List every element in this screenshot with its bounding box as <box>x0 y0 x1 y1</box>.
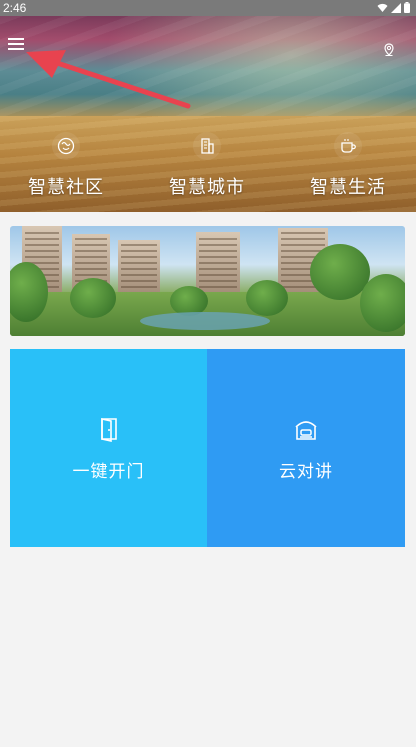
battery-icon <box>404 2 410 13</box>
category-smart-community[interactable]: 智慧社区 <box>6 132 126 199</box>
city-building-icon <box>193 132 221 160</box>
red-arrow-annotation <box>26 50 191 109</box>
wifi-icon <box>377 3 388 12</box>
status-time: 2:46 <box>3 1 27 15</box>
category-label: 智慧生活 <box>310 177 386 198</box>
community-icon <box>52 132 80 160</box>
tile-label: 云对讲 <box>279 462 333 482</box>
residential-garden-banner[interactable] <box>10 226 405 336</box>
status-icons <box>377 2 410 13</box>
category-smart-life[interactable]: 智慧生活 <box>288 132 408 199</box>
category-label: 智慧城市 <box>169 177 245 198</box>
tile-label: 一键开门 <box>72 462 145 482</box>
building-image <box>196 232 240 292</box>
one-key-open-door-tile[interactable]: 一键开门 <box>10 349 207 547</box>
category-label: 智慧社区 <box>28 177 104 198</box>
door-icon <box>100 418 117 442</box>
signal-icon <box>391 2 401 13</box>
coffee-cup-icon <box>334 132 362 160</box>
tree-image <box>246 280 288 316</box>
intercom-phone-icon <box>295 421 317 440</box>
tree-image <box>70 278 116 318</box>
cloud-intercom-tile[interactable]: 云对讲 <box>207 349 405 547</box>
category-smart-city[interactable]: 智慧城市 <box>147 132 267 199</box>
tree-image <box>360 274 405 332</box>
location-pin-icon[interactable] <box>382 43 396 57</box>
pond-image <box>140 312 270 330</box>
building-image <box>118 240 160 292</box>
status-bar: 2:46 <box>0 0 416 16</box>
